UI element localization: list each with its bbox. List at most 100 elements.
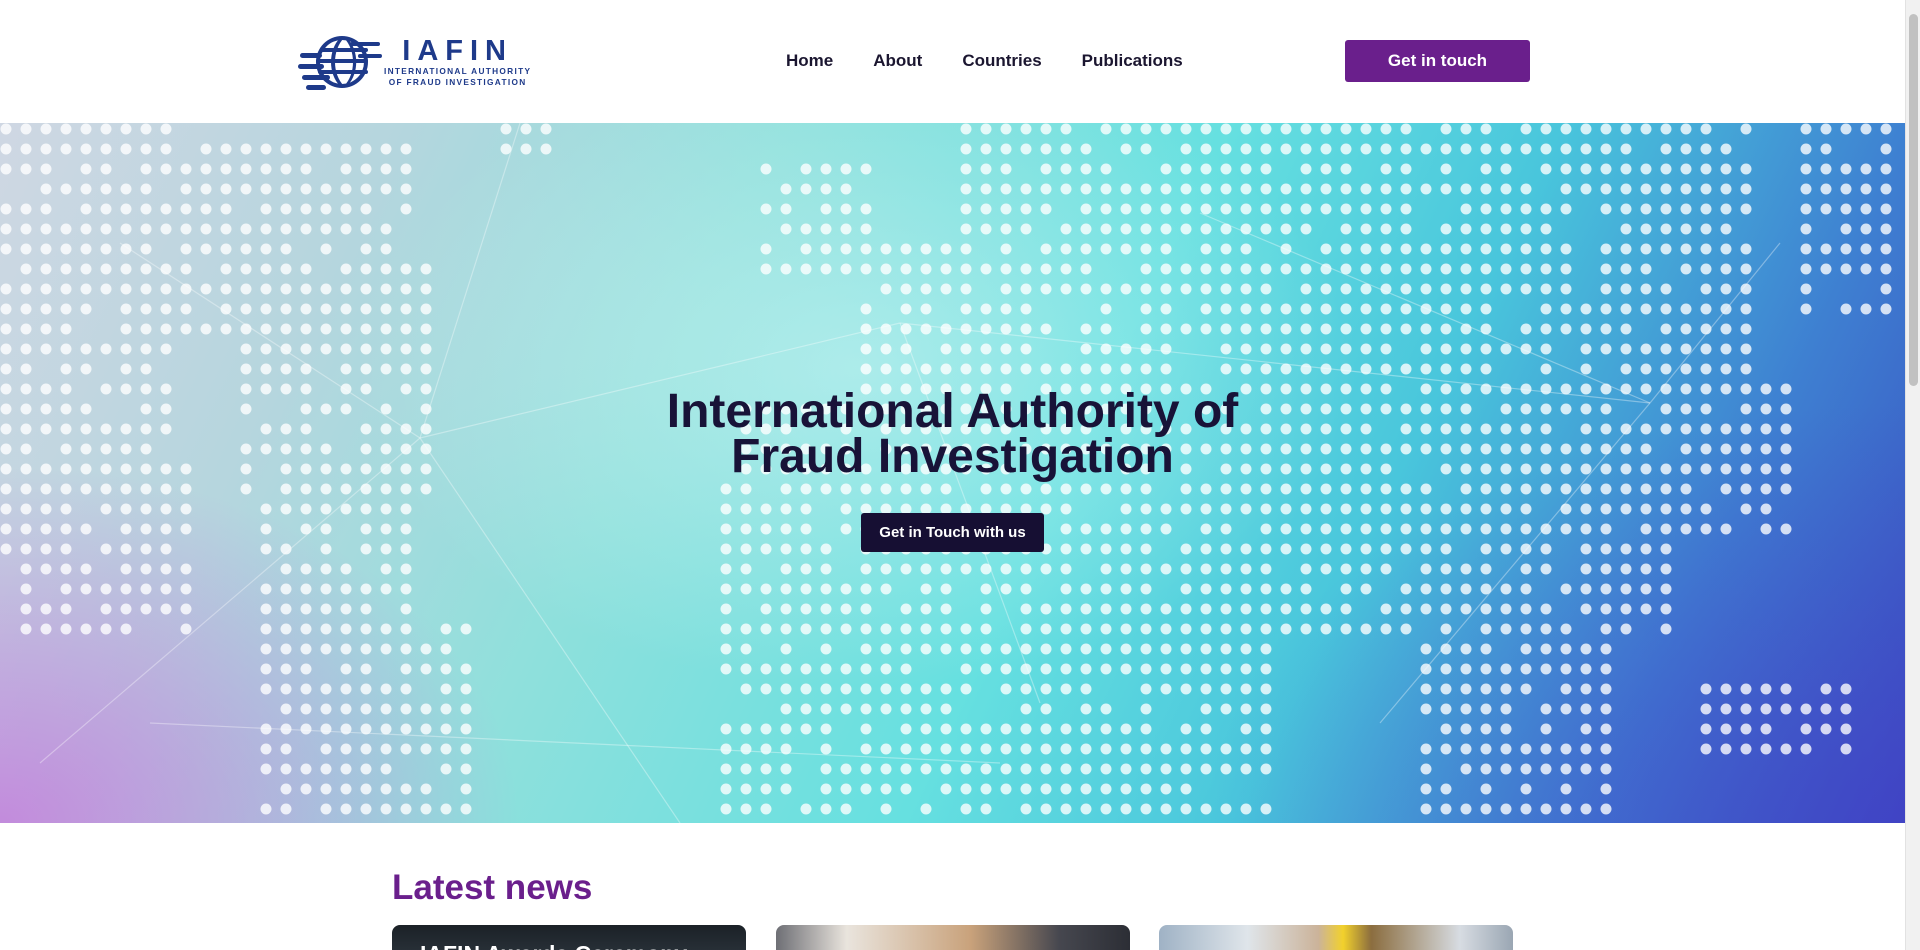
map-dot bbox=[1040, 323, 1052, 335]
map-dot bbox=[1420, 483, 1432, 495]
map-dot bbox=[280, 783, 292, 795]
map-dot bbox=[940, 623, 952, 635]
map-dot bbox=[1400, 303, 1412, 315]
map-dot bbox=[960, 223, 972, 235]
map-dot bbox=[360, 343, 372, 355]
map-dot bbox=[0, 283, 12, 295]
map-dot bbox=[360, 543, 372, 555]
map-dot bbox=[1540, 203, 1552, 215]
nav-item-about[interactable]: About bbox=[873, 48, 922, 74]
map-dot bbox=[1780, 743, 1792, 755]
map-dot bbox=[1260, 543, 1272, 555]
map-dot bbox=[120, 263, 132, 275]
map-dot bbox=[100, 623, 112, 635]
page-scrollbar[interactable] bbox=[1905, 0, 1920, 950]
map-dot bbox=[1120, 223, 1132, 235]
map-dot bbox=[1840, 303, 1852, 315]
map-dot bbox=[160, 563, 172, 575]
map-dot bbox=[280, 683, 292, 695]
map-dot bbox=[1520, 803, 1532, 815]
map-dot bbox=[340, 643, 352, 655]
map-dot bbox=[1160, 283, 1172, 295]
news-card[interactable]: IAFIN Awards Ceremony bbox=[392, 925, 746, 950]
map-dot bbox=[240, 183, 252, 195]
map-dot bbox=[280, 263, 292, 275]
map-dot bbox=[1020, 223, 1032, 235]
map-dot bbox=[180, 623, 192, 635]
map-dot bbox=[880, 283, 892, 295]
map-dot bbox=[1240, 363, 1252, 375]
hero-contact-button[interactable]: Get in Touch with us bbox=[861, 513, 1044, 552]
map-dot bbox=[1200, 323, 1212, 335]
network-line bbox=[39, 437, 421, 764]
site-logo[interactable]: IAFIN INTERNATIONAL AUTHORITY OF FRAUD I… bbox=[298, 30, 538, 94]
map-dot bbox=[940, 563, 952, 575]
map-dot bbox=[780, 183, 792, 195]
map-dot bbox=[1080, 743, 1092, 755]
map-dot bbox=[1480, 483, 1492, 495]
map-dot bbox=[1220, 743, 1232, 755]
map-dot bbox=[1460, 503, 1472, 515]
map-dot bbox=[1440, 143, 1452, 155]
map-dot bbox=[1340, 523, 1352, 535]
map-dot bbox=[1300, 203, 1312, 215]
map-dot bbox=[960, 563, 972, 575]
logo-subtitle-line2: OF FRAUD INVESTIGATION bbox=[388, 77, 527, 87]
map-dot bbox=[1300, 123, 1312, 135]
map-dot bbox=[1120, 123, 1132, 135]
map-dot bbox=[1240, 143, 1252, 155]
news-card[interactable] bbox=[1159, 925, 1513, 950]
map-dot bbox=[1220, 123, 1232, 135]
map-dot bbox=[40, 563, 52, 575]
map-dot bbox=[1140, 563, 1152, 575]
nav-item-publications[interactable]: Publications bbox=[1082, 48, 1183, 74]
nav-item-countries[interactable]: Countries bbox=[962, 48, 1041, 74]
map-dot bbox=[1420, 783, 1432, 795]
map-dot bbox=[320, 783, 332, 795]
map-dot bbox=[940, 583, 952, 595]
map-dot bbox=[1400, 203, 1412, 215]
map-dot bbox=[1660, 503, 1672, 515]
nav-item-home[interactable]: Home bbox=[786, 48, 833, 74]
map-dot bbox=[960, 723, 972, 735]
news-card[interactable] bbox=[776, 925, 1130, 950]
map-dot bbox=[740, 503, 752, 515]
map-dot bbox=[360, 503, 372, 515]
map-dot bbox=[440, 723, 452, 735]
map-dot bbox=[1240, 583, 1252, 595]
map-dot bbox=[1060, 543, 1072, 555]
map-dot bbox=[840, 803, 852, 815]
map-dot bbox=[300, 683, 312, 695]
map-dot bbox=[980, 123, 992, 135]
map-dot bbox=[1040, 563, 1052, 575]
map-dot bbox=[720, 763, 732, 775]
map-dot bbox=[1580, 323, 1592, 335]
map-dot bbox=[460, 703, 472, 715]
map-dot bbox=[360, 703, 372, 715]
news-card-title: IAFIN Awards Ceremony bbox=[420, 941, 687, 950]
map-dot bbox=[1100, 783, 1112, 795]
get-in-touch-button[interactable]: Get in touch bbox=[1345, 40, 1530, 82]
map-dot bbox=[800, 563, 812, 575]
map-dot bbox=[1180, 603, 1192, 615]
map-dot bbox=[1160, 503, 1172, 515]
map-dot bbox=[1460, 763, 1472, 775]
map-dot bbox=[1200, 743, 1212, 755]
map-dot bbox=[40, 343, 52, 355]
map-dot bbox=[320, 543, 332, 555]
map-dot bbox=[1840, 743, 1852, 755]
map-dot bbox=[1240, 303, 1252, 315]
map-dot bbox=[1440, 563, 1452, 575]
map-dot bbox=[1720, 263, 1732, 275]
map-dot bbox=[160, 283, 172, 295]
scrollbar-thumb[interactable] bbox=[1909, 14, 1918, 386]
map-dot bbox=[60, 583, 72, 595]
map-dot bbox=[1420, 583, 1432, 595]
map-dot bbox=[1460, 143, 1472, 155]
map-dot bbox=[120, 303, 132, 315]
map-dot bbox=[320, 183, 332, 195]
map-dot bbox=[860, 783, 872, 795]
map-dot bbox=[280, 743, 292, 755]
map-dot bbox=[880, 623, 892, 635]
map-dot bbox=[960, 303, 972, 315]
